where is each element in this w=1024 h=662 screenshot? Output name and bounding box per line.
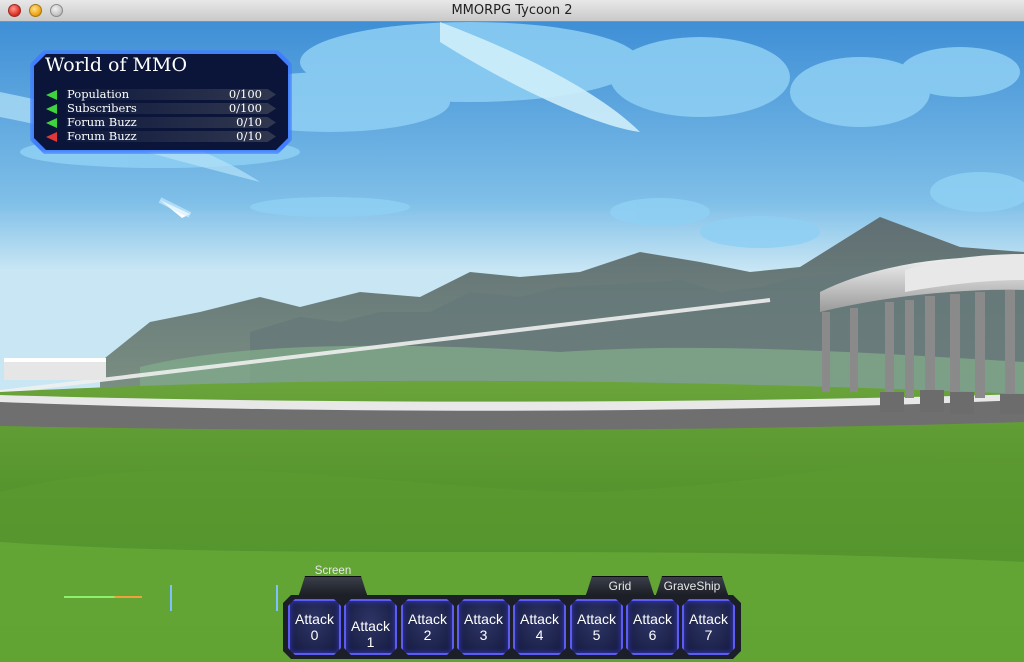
stat-row-population: Population 0/100 bbox=[46, 88, 276, 101]
trend-up-arrow-icon bbox=[46, 104, 57, 114]
slot-number: 5 bbox=[592, 627, 601, 643]
slot-label: Attack bbox=[689, 611, 728, 627]
stat-row-forum-buzz-2: Forum Buzz 0/10 bbox=[46, 130, 276, 143]
hud-divider bbox=[276, 585, 278, 611]
attack-slot-3[interactable]: Attack 3 bbox=[457, 599, 510, 655]
slot-label: Attack bbox=[520, 611, 559, 627]
slot-label: Attack 1 bbox=[351, 618, 390, 650]
slot-number: 2 bbox=[423, 627, 432, 643]
slot-label: Attack bbox=[633, 611, 672, 627]
stat-label: Forum Buzz bbox=[67, 129, 137, 143]
health-bar bbox=[64, 596, 142, 598]
slot-number: 0 bbox=[310, 627, 319, 643]
stat-label: Subscribers bbox=[67, 101, 137, 115]
world-stats-panel: World of MMO Population 0/100 Subscriber… bbox=[34, 54, 288, 150]
stat-row-subscribers: Subscribers 0/100 bbox=[46, 102, 276, 115]
trend-up-arrow-icon bbox=[46, 90, 57, 100]
attack-slot-2[interactable]: Attack 2 bbox=[401, 599, 454, 655]
slot-label: Attack bbox=[295, 611, 334, 627]
window-title: MMORPG Tycoon 2 bbox=[451, 3, 573, 18]
attack-slot-0[interactable]: Attack 0 bbox=[288, 599, 341, 655]
slot-number: 7 bbox=[704, 627, 713, 643]
stat-label: Forum Buzz bbox=[67, 115, 137, 129]
attack-slot-1[interactable]: Attack 1 bbox=[344, 599, 397, 655]
slot-label: Attack bbox=[408, 611, 447, 627]
slot-number: 4 bbox=[535, 627, 544, 643]
tab-screen-class[interactable] bbox=[299, 576, 367, 595]
slot-number: 3 bbox=[479, 627, 488, 643]
trend-up-arrow-icon bbox=[46, 118, 57, 128]
slot-label: Attack bbox=[577, 611, 616, 627]
stat-value: 0/10 bbox=[236, 115, 262, 129]
slot-label: Attack bbox=[464, 611, 503, 627]
world-title: World of MMO bbox=[45, 54, 188, 76]
stat-row-forum-buzz: Forum Buzz 0/10 bbox=[46, 116, 276, 129]
stat-value: 0/10 bbox=[236, 129, 262, 143]
stat-value: 0/100 bbox=[228, 101, 262, 115]
tab-graveship[interactable]: GraveShip bbox=[656, 576, 728, 595]
action-bar: Attack 0 Attack 1 Attack 2 Attack 3 Atta… bbox=[283, 595, 741, 659]
attack-slot-6[interactable]: Attack 6 bbox=[626, 599, 679, 655]
trend-down-arrow-icon bbox=[46, 132, 57, 142]
attack-slot-7[interactable]: Attack 7 bbox=[682, 599, 735, 655]
tab-grid[interactable]: Grid bbox=[586, 576, 654, 595]
stat-label: Population bbox=[67, 87, 130, 101]
window-titlebar: MMORPG Tycoon 2 bbox=[0, 0, 1024, 22]
attack-slot-5[interactable]: Attack 5 bbox=[570, 599, 623, 655]
slot-number: 6 bbox=[648, 627, 657, 643]
attack-slot-4[interactable]: Attack 4 bbox=[513, 599, 566, 655]
hud-divider bbox=[170, 585, 172, 611]
stat-value: 0/100 bbox=[228, 87, 262, 101]
